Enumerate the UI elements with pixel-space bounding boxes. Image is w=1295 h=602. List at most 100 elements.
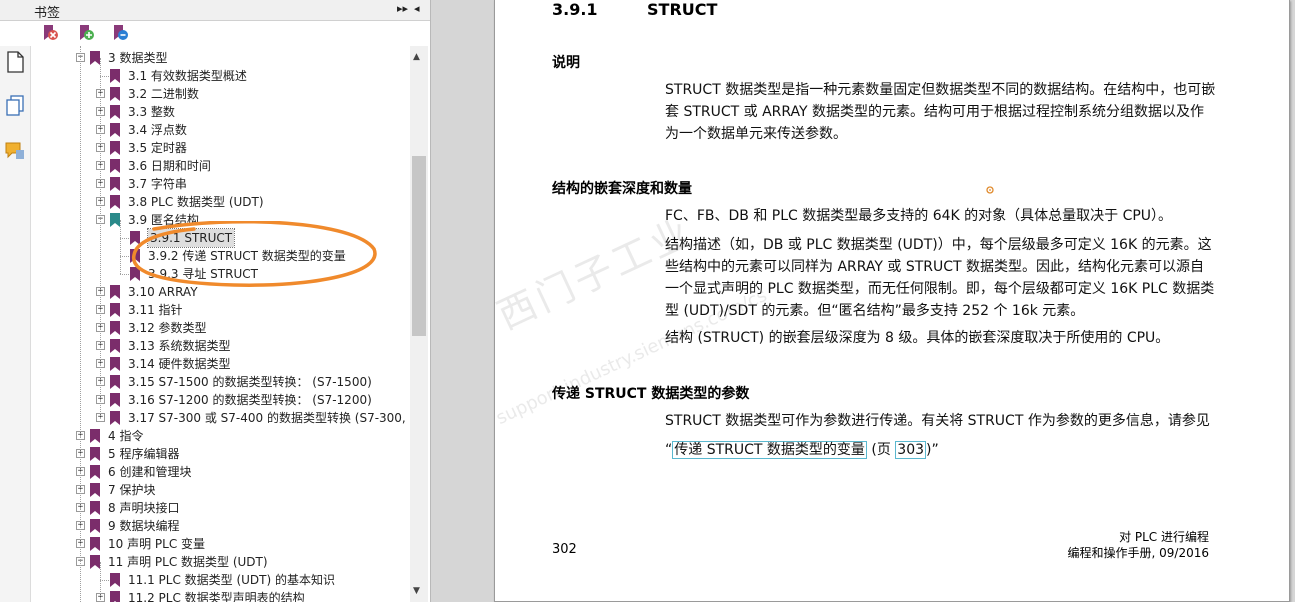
bookmark-tree: −3 数据类型 3.1 有效数据类型概述 +3.2 二进制数 +3.3 整数 +3.4 … [31, 46, 410, 602]
paragraph-nesting-3: 结构 (STRUCT) 的嵌套层级深度为 8 级。具体的嵌套深度取决于所使用的 … [665, 330, 1170, 346]
bookmark-icon [130, 249, 140, 263]
tree-guide-line [120, 220, 121, 274]
tree-scrollbar[interactable]: ▲ ▼ [410, 46, 428, 602]
paragraph-nesting-1: FC、FB、DB 和 PLC 数据类型最多支持的 64K 的对象（具体总量取决于… [665, 208, 1173, 224]
bookmark-icon [110, 195, 120, 209]
panel-title: 书签 [34, 6, 61, 21]
cross-reference-link[interactable]: 传递 STRUCT 数据类型的变量 [672, 441, 867, 459]
bookmark-icon [90, 447, 100, 461]
tree-item-label: 3.15 S7-1500 的数据类型转换： (S7-1500) [128, 375, 372, 389]
bookmark-icon [110, 393, 120, 407]
bookmark-icon [110, 69, 120, 83]
bookmark-properties-icon[interactable] [111, 24, 129, 42]
heading-parameters: 传递 STRUCT 数据类型的参数 [552, 386, 750, 402]
bookmark-icon [110, 357, 120, 371]
bookmark-icon [110, 177, 120, 191]
document-view[interactable]: 西门子工业 support.industry.siemens.com/cs 3.… [431, 0, 1295, 602]
tree-item-label: 3.4 浮点数 [128, 123, 187, 137]
tree-connector [120, 256, 129, 257]
hide-panel-icon[interactable]: ◂ [414, 2, 420, 15]
navigation-side-bar [0, 46, 31, 602]
tree-item-label: 3.7 字符串 [128, 177, 187, 191]
page-number: 302 [552, 542, 577, 557]
tree-item-label: 3.11 指针 [128, 303, 183, 317]
panel-options-icon[interactable]: ▸▸ [397, 2, 408, 15]
tree-item-label: 3.3 整数 [128, 105, 175, 119]
tree-item-label: 3.5 定时器 [128, 141, 187, 155]
heading-description: 说明 [552, 55, 580, 71]
tree-guide-line [100, 58, 101, 418]
bookmark-icon [90, 483, 100, 497]
tree-item-label: 3.14 硬件数据类型 [128, 357, 231, 371]
add-bookmark-icon[interactable] [77, 24, 95, 42]
footer-manual: 编程和操作手册, 09/2016 [1067, 546, 1209, 560]
tree-connector [120, 274, 129, 275]
cursor-icon [986, 186, 994, 194]
bookmark-toolbar [30, 22, 410, 46]
bookmark-icon [110, 105, 120, 119]
paragraph-nesting-2: 结构描述（如，DB 或 PLC 数据类型 (UDT)）中，每个层级最多可定义 1… [665, 237, 1215, 319]
bookmark-icon [90, 537, 100, 551]
bookmark-icon [130, 231, 140, 245]
tree-item-label: 3.12 参数类型 [128, 321, 207, 335]
bookmark-icon [110, 213, 120, 227]
bookmark-icon [110, 321, 120, 335]
tree-item-label: 3.9.1 STRUCT [146, 228, 236, 248]
footer-title: 对 PLC 进行编程 [1119, 530, 1209, 544]
tree-connector [100, 580, 109, 581]
panel-header: 书签 ▸▸ ◂ [0, 0, 430, 21]
tree-item-label: 3.6 日期和时间 [128, 159, 211, 173]
document-page: 西门子工业 support.industry.siemens.com/cs 3.… [491, 0, 1290, 602]
bookmark-icon [110, 159, 120, 173]
bookmark-icon [130, 267, 140, 281]
scroll-up-icon[interactable]: ▲ [413, 52, 420, 62]
tree-item-label: 5 程序编辑器 [108, 447, 180, 461]
heading-nesting: 结构的嵌套深度和数量 [552, 181, 692, 197]
tree-guide-line [100, 562, 101, 602]
tree-connector [100, 76, 109, 77]
tree-item-label: 3.9 匿名结构 [128, 213, 199, 227]
tree-item-label: 3.17 S7-300 或 S7-400 的数据类型转换 (S7-300, S [128, 411, 410, 425]
tree-item-label: 11.1 PLC 数据类型 (UDT) 的基本知识 [128, 573, 335, 587]
bookmarks-panel: 书签 ▸▸ ◂ −3 数据类型 3.1 有效数据类型概述 +3.2 二进制数 +3.3… [0, 0, 431, 602]
bookmark-icon [110, 375, 120, 389]
bookmark-icon [110, 573, 120, 587]
tree-item-label: 11 声明 PLC 数据类型 (UDT) [108, 555, 268, 569]
paragraph-reference: “传递 STRUCT 数据类型的变量 (页 303)” [665, 439, 1217, 461]
bookmark-icon [110, 123, 120, 137]
delete-bookmark-icon[interactable] [41, 24, 59, 42]
bookmark-icon [110, 411, 120, 425]
bookmark-icon [110, 591, 120, 602]
section-title: STRUCT [647, 0, 718, 19]
tree-item-label: 3.2 二进制数 [128, 87, 199, 101]
bookmark-icon [110, 339, 120, 353]
scroll-thumb[interactable] [412, 156, 426, 336]
bookmark-icon [90, 51, 100, 65]
comments-icon[interactable] [4, 140, 26, 164]
bookmark-icon [90, 519, 100, 533]
tree-item-label: 3.9.3 寻址 STRUCT [148, 267, 258, 281]
paragraph-description: STRUCT 数据类型是指一种元素数量固定但数据类型不同的数据结构。在结构中，也… [665, 82, 1216, 142]
tree-item-label: 3.10 ARRAY [128, 285, 198, 299]
page-reference-link[interactable]: 303 [895, 441, 927, 459]
tree-item-label: 3.1 有效数据类型概述 [128, 69, 247, 83]
tree-item-label: 6 创建和管理块 [108, 465, 192, 479]
pages-icon[interactable] [4, 94, 26, 118]
reference-page-prefix: (页 [866, 442, 896, 458]
bookmark-icon [110, 141, 120, 155]
section-number: 3.9.1 [552, 0, 598, 19]
page-icon[interactable] [4, 50, 26, 74]
tree-connector [120, 238, 129, 239]
bookmark-icon [110, 303, 120, 317]
tree-item-label: 9 数据块编程 [108, 519, 180, 533]
tree-item-label: 3.8 PLC 数据类型 (UDT) [128, 195, 264, 209]
tree-item-label: 10 声明 PLC 变量 [108, 537, 206, 551]
bookmark-icon [90, 555, 100, 569]
tree-item-label: 3.13 系统数据类型 [128, 339, 231, 353]
quote-close: )” [926, 442, 939, 458]
bookmark-icon [110, 285, 120, 299]
bookmark-icon [90, 429, 100, 443]
tree-item-label: 3 数据类型 [108, 51, 168, 65]
paragraph-parameters: STRUCT 数据类型可作为参数进行传递。有关将 STRUCT 作为参数的更多信… [665, 413, 1210, 429]
scroll-down-icon[interactable]: ▼ [413, 586, 420, 596]
